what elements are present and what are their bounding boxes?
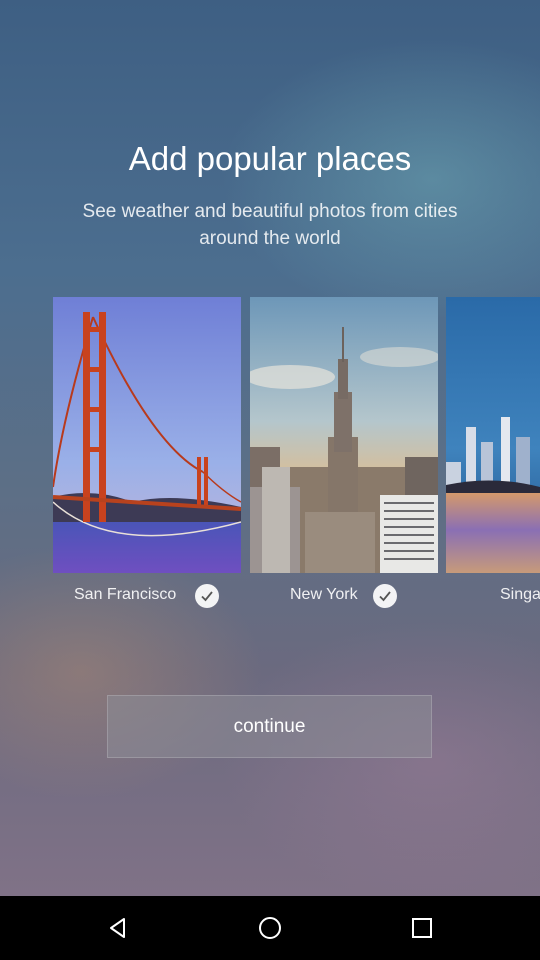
check-icon[interactable] [195,584,219,608]
page-subtitle: See weather and beautiful photos from ci… [82,201,458,249]
recents-icon[interactable] [408,914,436,942]
home-icon[interactable] [256,914,284,942]
city-label-new-york: New York [290,586,358,603]
city-card-san-francisco[interactable] [53,297,241,573]
page-title: Add popular places [128,140,412,177]
new-york-skyline-image [250,297,438,573]
onboarding-screen: Add popular places See weather and beaut… [0,0,540,896]
waterfront-skyline-image [446,297,540,573]
city-card-singapore[interactable] [446,297,540,573]
golden-gate-bridge-image [53,297,241,573]
check-icon[interactable] [373,584,397,608]
city-label-singapore: Singa [500,586,540,603]
city-label-san-francisco: San Francisco [74,586,177,603]
system-navigation-bar [0,896,540,960]
continue-button[interactable]: continue [107,695,432,758]
back-icon[interactable] [104,914,132,942]
city-card-new-york[interactable] [250,297,438,573]
